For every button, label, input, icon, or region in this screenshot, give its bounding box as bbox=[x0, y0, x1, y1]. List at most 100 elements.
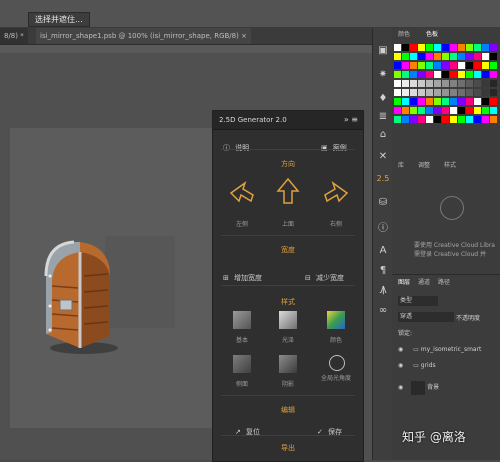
color-swatch[interactable] bbox=[426, 44, 433, 51]
brush-icon[interactable]: ♦ bbox=[376, 92, 390, 106]
color-swatch[interactable] bbox=[490, 53, 497, 60]
color-swatch[interactable] bbox=[402, 53, 409, 60]
color-swatch[interactable] bbox=[410, 71, 417, 78]
color-swatch[interactable] bbox=[394, 80, 401, 87]
color-swatch[interactable] bbox=[458, 116, 465, 123]
color-swatch[interactable] bbox=[394, 98, 401, 105]
color-swatch[interactable] bbox=[426, 53, 433, 60]
swatch-grid[interactable] bbox=[394, 44, 498, 130]
color-swatch[interactable] bbox=[450, 116, 457, 123]
color-swatch[interactable] bbox=[490, 98, 497, 105]
color-swatch[interactable] bbox=[458, 98, 465, 105]
color-swatch[interactable] bbox=[418, 89, 425, 96]
color-swatch[interactable] bbox=[434, 62, 441, 69]
glyph-icon[interactable]: Ꙟ bbox=[376, 284, 390, 298]
color-swatch[interactable] bbox=[474, 44, 481, 51]
color-swatch[interactable] bbox=[434, 71, 441, 78]
color-swatch[interactable] bbox=[426, 71, 433, 78]
color-swatch[interactable] bbox=[394, 107, 401, 114]
color-swatch[interactable] bbox=[466, 44, 473, 51]
color-swatch[interactable] bbox=[402, 44, 409, 51]
tab-adjustments[interactable]: 调整 bbox=[418, 159, 430, 173]
color-swatch[interactable] bbox=[410, 44, 417, 51]
history-icon[interactable]: ⌂ bbox=[376, 128, 390, 142]
color-swatch[interactable] bbox=[394, 62, 401, 69]
color-swatch[interactable] bbox=[458, 71, 465, 78]
color-swatch[interactable] bbox=[490, 89, 497, 96]
layer-row[interactable]: ◉ ▭ my_isometric_smart bbox=[392, 342, 500, 358]
color-swatch[interactable] bbox=[466, 98, 473, 105]
color-swatch[interactable] bbox=[442, 53, 449, 60]
color-swatch[interactable] bbox=[490, 116, 497, 123]
color-swatch[interactable] bbox=[442, 107, 449, 114]
color-swatch[interactable] bbox=[442, 89, 449, 96]
color-swatch[interactable] bbox=[418, 44, 425, 51]
arrow-left-icon[interactable] bbox=[229, 181, 255, 205]
blend-mode-select[interactable]: 穿透 bbox=[398, 312, 454, 322]
color-swatch[interactable] bbox=[426, 89, 433, 96]
example-button[interactable]: ▣ 案例 bbox=[321, 135, 347, 154]
color-swatch[interactable] bbox=[474, 116, 481, 123]
color-swatch[interactable] bbox=[474, 107, 481, 114]
cube-color-icon[interactable] bbox=[327, 311, 345, 329]
document-tab[interactable]: 8/8) * bbox=[0, 28, 28, 44]
color-swatch[interactable] bbox=[482, 62, 489, 69]
color-swatch[interactable] bbox=[402, 98, 409, 105]
color-swatch[interactable] bbox=[402, 71, 409, 78]
color-swatch[interactable] bbox=[466, 80, 473, 87]
tab-color[interactable]: 颜色 bbox=[398, 28, 410, 42]
arrow-up-icon[interactable] bbox=[276, 177, 300, 205]
color-swatch[interactable] bbox=[466, 107, 473, 114]
color-swatch[interactable] bbox=[434, 116, 441, 123]
color-swatch[interactable] bbox=[426, 80, 433, 87]
color-swatch[interactable] bbox=[402, 89, 409, 96]
color-swatch[interactable] bbox=[474, 80, 481, 87]
color-swatch[interactable] bbox=[394, 89, 401, 96]
color-swatch[interactable] bbox=[426, 107, 433, 114]
color-swatch[interactable] bbox=[458, 80, 465, 87]
color-swatch[interactable] bbox=[458, 44, 465, 51]
layer-row[interactable]: ◉ ▭ grids bbox=[392, 358, 500, 374]
eye-icon[interactable]: ◉ bbox=[398, 384, 403, 391]
color-swatch[interactable] bbox=[426, 116, 433, 123]
color-swatch[interactable] bbox=[482, 71, 489, 78]
color-swatch[interactable] bbox=[434, 80, 441, 87]
color-swatch[interactable] bbox=[418, 62, 425, 69]
color-swatch[interactable] bbox=[450, 71, 457, 78]
color-swatch[interactable] bbox=[474, 62, 481, 69]
color-swatch[interactable] bbox=[490, 62, 497, 69]
cube-side-icon[interactable] bbox=[233, 355, 251, 373]
color-swatch[interactable] bbox=[482, 44, 489, 51]
color-swatch[interactable] bbox=[402, 62, 409, 69]
color-swatch[interactable] bbox=[410, 53, 417, 60]
color-swatch[interactable] bbox=[442, 44, 449, 51]
color-swatch[interactable] bbox=[450, 107, 457, 114]
color-swatch[interactable] bbox=[450, 62, 457, 69]
color-swatch[interactable] bbox=[418, 116, 425, 123]
color-swatch[interactable] bbox=[450, 89, 457, 96]
color-swatch[interactable] bbox=[466, 71, 473, 78]
color-swatch[interactable] bbox=[434, 53, 441, 60]
color-swatch[interactable] bbox=[418, 80, 425, 87]
color-swatch[interactable] bbox=[466, 62, 473, 69]
info-icon[interactable]: ⓘ bbox=[376, 222, 390, 236]
color-swatch[interactable] bbox=[482, 98, 489, 105]
layer-row[interactable]: ◉ 背景 bbox=[392, 378, 500, 398]
color-swatch[interactable] bbox=[490, 80, 497, 87]
cube-shadow-icon[interactable] bbox=[279, 355, 297, 373]
color-swatch[interactable] bbox=[450, 80, 457, 87]
arrange-icon[interactable]: ▣ bbox=[376, 44, 390, 58]
levels-icon[interactable]: ≣ bbox=[376, 110, 390, 124]
color-swatch[interactable] bbox=[434, 89, 441, 96]
eye-icon[interactable]: ◉ bbox=[398, 346, 403, 353]
globe-angle-icon[interactable] bbox=[329, 355, 345, 371]
color-swatch[interactable] bbox=[434, 44, 441, 51]
color-swatch[interactable] bbox=[490, 71, 497, 78]
document-tab-active[interactable]: isi_mirror_shape1.psb @ 100% (isi_mirror… bbox=[36, 28, 251, 44]
color-swatch[interactable] bbox=[450, 44, 457, 51]
tab-channels[interactable]: 通道 bbox=[418, 276, 430, 290]
color-swatch[interactable] bbox=[418, 53, 425, 60]
isometric-chest-artwork[interactable] bbox=[40, 236, 125, 356]
tab-layers[interactable]: 图层 bbox=[398, 276, 410, 290]
cube-basic-icon[interactable] bbox=[233, 311, 251, 329]
